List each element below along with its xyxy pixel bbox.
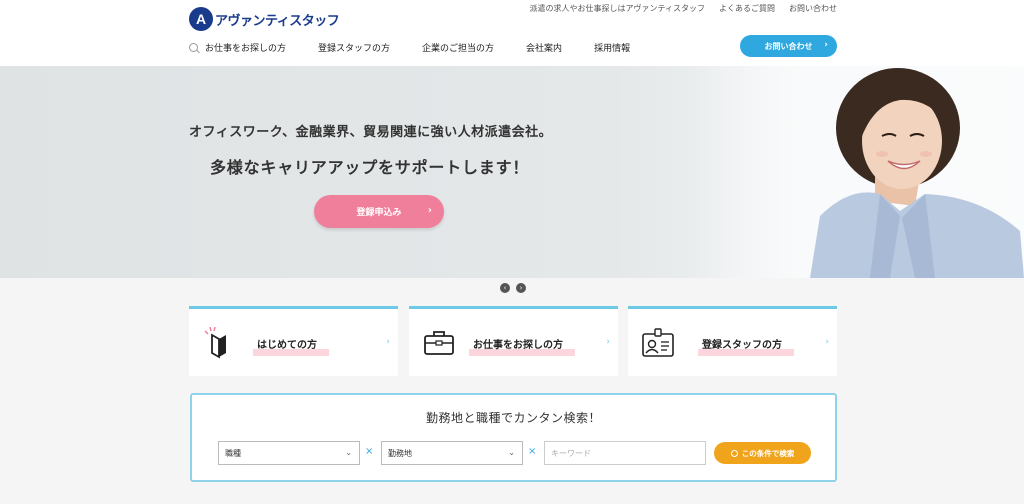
nav-item-recruit[interactable]: 採用情報 (594, 41, 630, 54)
nav-item-company-info[interactable]: 会社案内 (526, 41, 562, 54)
nav-item-label: お仕事をお探しの方 (205, 44, 287, 54)
hero-headline: オフィスワーク、金融業界、貿易関連に強い人材派遣会社。 (189, 125, 553, 140)
register-button-label: 登録申込み (356, 208, 402, 218)
chevron-down-icon: ⌄ (345, 448, 352, 457)
contact-button-label: お問い合わせ (764, 41, 813, 51)
search-submit-button[interactable]: この条件で検索 (714, 442, 811, 464)
card-job-seekers[interactable]: お仕事をお探しの方 › (409, 306, 618, 376)
contact-button[interactable]: お問い合わせ › (740, 35, 837, 57)
chevron-left-icon: ‹ (503, 283, 507, 292)
id-card-icon (642, 328, 674, 357)
beginner-mark-icon (204, 326, 226, 359)
chevron-right-icon: › (386, 337, 390, 347)
chevron-right-icon: › (427, 205, 432, 216)
card-label: お仕事をお探しの方 (469, 336, 575, 356)
chevron-down-icon: ⌄ (508, 448, 515, 457)
utility-link-tagline[interactable]: 派遣の求人やお仕事探しはアヴァンティスタッフ (529, 3, 705, 14)
briefcase-icon (424, 331, 454, 355)
nav-item-label: 企業のご担当の方 (422, 44, 495, 54)
search-title: 勤務地と職種でカンタン検索！ (425, 411, 601, 425)
location-select[interactable]: 勤務地 ⌄ (381, 441, 523, 465)
separator-icon: × (528, 446, 537, 457)
nav-item-label: 採用情報 (594, 44, 631, 54)
job-search-panel: 勤務地と職種でカンタン検索！ 職種 ⌄ × 勤務地 ⌄ × この条件で検索 (190, 393, 837, 482)
main-nav: お仕事をお探しの方 登録スタッフの方 企業のご担当の方 会社案内 採用情報 (189, 41, 662, 54)
job-type-select[interactable]: 職種 ⌄ (218, 441, 360, 465)
hero-person-image (810, 68, 1024, 278)
slider-prev-button[interactable]: ‹ (500, 283, 510, 293)
hero-banner: オフィスワーク、金融業界、貿易関連に強い人材派遣会社。 多様なキャリアアップをサ… (0, 66, 1024, 278)
search-button-label: この条件で検索 (741, 448, 795, 458)
chevron-right-icon: › (519, 283, 523, 292)
card-label: 登録スタッフの方 (698, 336, 794, 356)
chevron-right-icon: › (824, 40, 828, 50)
keyword-input[interactable] (544, 441, 706, 465)
select-value: 職種 (225, 448, 241, 458)
nav-item-label: 会社案内 (526, 44, 563, 54)
nav-item-companies[interactable]: 企業のご担当の方 (422, 41, 494, 54)
site-logo[interactable]: A アヴァンティスタッフ (189, 7, 340, 31)
logo-mark-icon: A (189, 7, 213, 31)
nav-item-job-seekers[interactable]: お仕事をお探しの方 (189, 41, 286, 54)
separator-icon: × (365, 446, 374, 457)
hero-subheadline: 多様なキャリアアップをサポートします！ (210, 158, 530, 177)
search-icon (730, 449, 738, 457)
utility-links: 派遣の求人やお仕事探しはアヴァンティスタッフ よくあるご質問 お問い合わせ (529, 3, 837, 14)
card-beginners[interactable]: はじめての方 › (189, 306, 398, 376)
chevron-right-icon: › (825, 337, 829, 347)
select-value: 勤務地 (388, 448, 412, 458)
slider-controls: ‹ › (500, 283, 526, 293)
card-label: はじめての方 (253, 336, 329, 356)
register-button[interactable]: 登録申込み › (314, 195, 444, 228)
utility-link-faq[interactable]: よくあるご質問 (719, 3, 775, 14)
nav-item-registered-staff[interactable]: 登録スタッフの方 (318, 41, 390, 54)
logo-text: アヴァンティスタッフ (215, 13, 340, 29)
nav-item-label: 登録スタッフの方 (318, 44, 391, 54)
search-icon (189, 43, 198, 52)
slider-next-button[interactable]: › (516, 283, 526, 293)
card-registered-staff[interactable]: 登録スタッフの方 › (628, 306, 837, 376)
utility-link-contact[interactable]: お問い合わせ (789, 3, 837, 14)
site-header: A アヴァンティスタッフ 派遣の求人やお仕事探しはアヴァンティスタッフ よくある… (0, 0, 1024, 66)
chevron-right-icon: › (606, 337, 610, 347)
